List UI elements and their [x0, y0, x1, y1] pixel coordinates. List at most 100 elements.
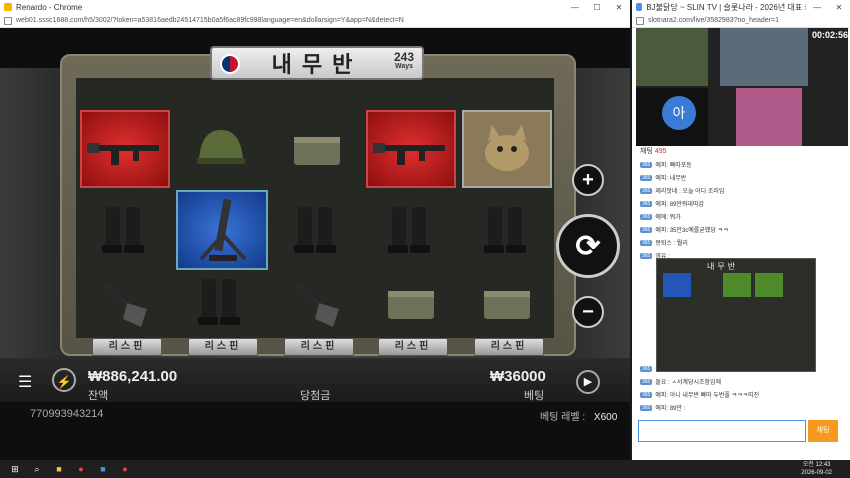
chat-message-text: 몽퇴스 : 뭘리: [655, 241, 688, 247]
boots-icon: [102, 207, 144, 253]
mini-game-preview[interactable]: 내무반: [656, 258, 816, 372]
bet-increase-button[interactable]: +: [572, 164, 604, 196]
bet-value: ₩36000: [490, 368, 546, 385]
mortar-icon: [199, 198, 247, 261]
level-badge: 365: [640, 252, 653, 259]
autoplay-icon[interactable]: ▶: [576, 370, 600, 394]
mini-reel-green: [723, 273, 751, 297]
folder-icon[interactable]: ■: [52, 463, 66, 475]
game-title: 내무반: [271, 53, 363, 78]
respin-button-5[interactable]: 리스핀: [474, 338, 544, 356]
turbo-icon[interactable]: ⚡: [52, 368, 76, 392]
maximize-icon[interactable]: ☐: [586, 3, 608, 12]
chat-message-text: 예피: 빠따포등: [655, 163, 692, 169]
menu-icon[interactable]: ☰: [18, 372, 36, 392]
respin-button-3[interactable]: 리스핀: [284, 338, 354, 356]
balance-value: ₩886,241.00: [88, 368, 178, 385]
boots-icon: [484, 207, 526, 253]
respin-button-1[interactable]: 리스핀: [92, 338, 162, 356]
respin-button-4[interactable]: 리스핀: [378, 338, 448, 356]
clock-time: 오전 12:43: [802, 462, 831, 468]
chrome-icon-2[interactable]: ●: [118, 463, 132, 475]
chat-message: 365 예피: 89만줘대띠갑: [636, 197, 842, 210]
symbol-boots: [80, 192, 170, 270]
minimize-icon[interactable]: —: [564, 3, 586, 12]
chat-message: 365 예피: 89만 :: [636, 401, 842, 414]
mess-tin-icon: [388, 291, 434, 319]
game-browser-window: Renardo - Chrome — ☐ ✕ web01.sssc1688.co…: [0, 0, 630, 28]
boots-icon: [198, 279, 240, 325]
chat-message-text: 돌요 : ㅅ서계당시조함임에: [655, 380, 722, 386]
stream-thumbnails[interactable]: 00:02:56 아: [636, 28, 848, 146]
bet-decrease-button[interactable]: −: [572, 296, 604, 328]
app-icon: [636, 3, 643, 11]
mess-tin-icon: [294, 137, 340, 165]
chat-message: 365 예피: 빠따포등: [636, 158, 842, 171]
chrome-icon[interactable]: ●: [74, 463, 88, 475]
game-window-titlebar[interactable]: Renardo - Chrome — ☐ ✕: [0, 0, 630, 14]
window-title: Renardo - Chrome: [16, 2, 83, 12]
symbol-mess-tin: [366, 270, 456, 336]
mini-reel-green-2: [755, 273, 783, 297]
chat-message: 365 돌요 : ㅅ서계당시조함임에: [636, 375, 842, 388]
level-badge: 365: [640, 187, 653, 194]
shovel-icon: [295, 281, 339, 327]
address-bar[interactable]: web01.sssc1688.com/h5/3002/?token=a53816…: [0, 14, 630, 28]
ways-label: Ways: [394, 63, 413, 70]
level-badge: 365: [640, 239, 653, 246]
taskbar-clock[interactable]: 오전 12:43 2026-09-02: [801, 461, 832, 477]
chat-message-text: 예피: 89만 :: [655, 406, 686, 412]
chat-messages: 365 예피: 빠따포등 365 예피: 내무반 365 제리맛네 : 오늘 어디 조러임…: [636, 158, 842, 262]
chat-input[interactable]: [638, 420, 806, 442]
bet-level: 베팅 레벨 : X600: [540, 408, 617, 423]
chat-header: 채팅 495: [636, 146, 842, 158]
chat-message: 365 예피: 내무반: [636, 171, 842, 184]
shovel-icon: [103, 281, 147, 327]
avatar: 아: [662, 96, 696, 130]
symbol-rifle: [366, 110, 456, 188]
url-text: web01.sssc1688.com/h5/3002/?token=a53816…: [16, 17, 404, 24]
symbol-shovel: [80, 270, 170, 336]
stream-window-titlebar[interactable]: BJ불닭당 ~ SLIN TV | 슬롯나라 - 2026년 대표 카지노사이.…: [632, 0, 850, 14]
level-badge: 365: [640, 200, 653, 207]
level-badge: 365: [640, 161, 653, 168]
windows-start-icon[interactable]: ⊞: [8, 463, 22, 475]
level-badge: 365: [640, 226, 653, 233]
chat-send-button[interactable]: 채팅: [808, 420, 838, 442]
chat-count-label: 채팅: [640, 148, 653, 155]
mess-tin-icon: [484, 291, 530, 319]
chat-count: 495: [654, 148, 667, 155]
chat-message: 365 제리맛네 : 오늘 어디 조러임: [636, 184, 842, 197]
helmet-icon: [197, 130, 245, 164]
minimize-icon[interactable]: —: [806, 3, 828, 12]
rifle-icon: [87, 143, 159, 165]
bet-level-label: 베팅 레벨 :: [540, 412, 586, 423]
thumb-4[interactable]: [736, 88, 802, 146]
clock-date: 2026-09-02: [801, 470, 832, 476]
level-badge: 365: [640, 174, 653, 181]
spin-button[interactable]: ⟳: [556, 214, 620, 278]
close-icon[interactable]: ✕: [608, 3, 630, 12]
symbol-cat: [462, 110, 552, 188]
win-label: 당첨금: [300, 390, 331, 402]
windows-taskbar: ⊞ ⌕ ■ ● ■ ●: [0, 460, 850, 478]
thumb-2[interactable]: [720, 28, 808, 86]
app-icon[interactable]: ■: [96, 463, 110, 475]
stream-url-text: slotnara2.com/live/3582983?no_header=1: [648, 17, 779, 24]
ways-badge: 243 Ways: [394, 51, 414, 72]
mini-reel-red: [663, 273, 691, 297]
thumb-1[interactable]: [636, 28, 708, 86]
stream-address-bar[interactable]: slotnara2.com/live/3582983?no_header=1: [632, 14, 850, 28]
search-icon[interactable]: ⌕: [30, 463, 44, 475]
respin-button-2[interactable]: 리스핀: [188, 338, 258, 356]
symbol-boots: [272, 192, 362, 270]
chat-message: 365 예에: 뭐가: [636, 210, 842, 223]
close-icon[interactable]: ✕: [828, 3, 850, 12]
korean-flag-icon: [220, 54, 240, 74]
bet-label: 베팅: [524, 390, 545, 402]
balance-label: 잔액: [88, 390, 109, 402]
thumb-3[interactable]: 아: [636, 88, 708, 146]
symbol-mess-tin: [462, 270, 552, 336]
chat-message: 365 몽퇴스 : 뭘리: [636, 236, 842, 249]
symbol-boots: [176, 270, 266, 336]
